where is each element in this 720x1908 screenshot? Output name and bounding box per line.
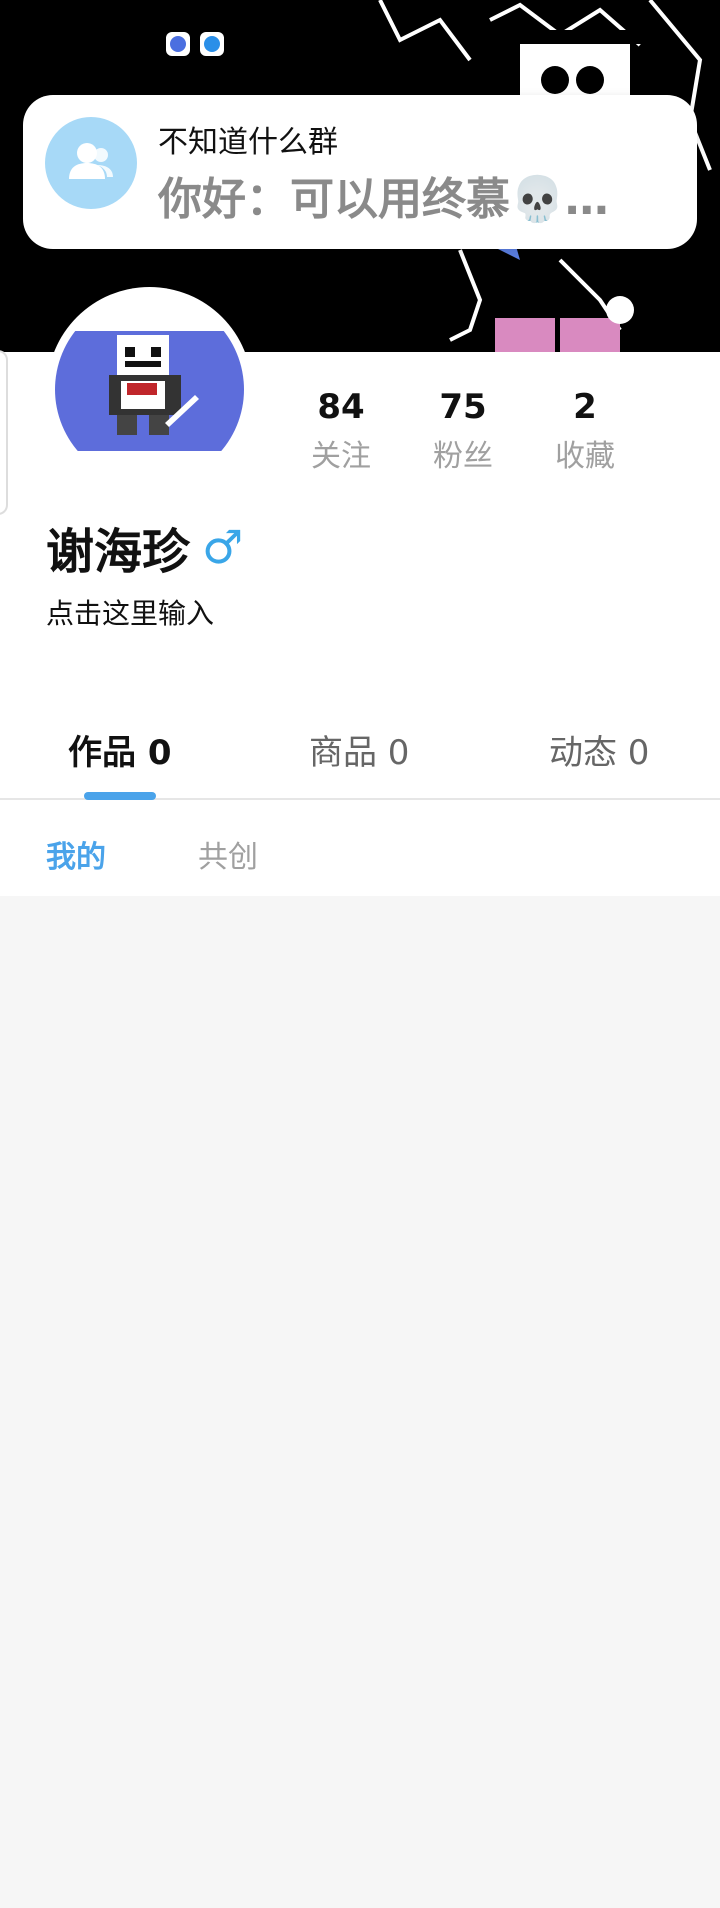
- active-tab-indicator: [84, 792, 156, 800]
- avatar[interactable]: [55, 295, 244, 484]
- tab-works[interactable]: 作品 0: [68, 725, 172, 774]
- profile-bio-input[interactable]: 点击这里输入: [46, 592, 214, 632]
- favorites-count: 2: [573, 387, 597, 427]
- avatar-pixel-character: [109, 335, 199, 435]
- app-notification-icon: [200, 32, 224, 56]
- followers-label: 粉丝: [433, 439, 493, 474]
- message-notification[interactable]: 不知道什么群 你好：可以用终慕💀…: [23, 95, 697, 249]
- favorites-label: 收藏: [555, 439, 615, 474]
- followers-count: 75: [439, 387, 487, 427]
- followers-stat[interactable]: 75 粉丝: [402, 385, 524, 475]
- group-avatar-icon: [45, 117, 137, 209]
- content-tabs: 作品 0 商品 0 动态 0: [0, 700, 720, 800]
- profile-name: 谢海珍: [46, 524, 191, 580]
- status-bar-notification-icons: [166, 32, 224, 56]
- side-drawer-handle[interactable]: [0, 350, 8, 515]
- male-gender-icon: ♂: [202, 520, 244, 574]
- notification-group-name: 不知道什么群: [158, 125, 338, 160]
- works-subtabs: 我的 共创: [0, 802, 720, 896]
- profile-name-row: 谢海珍 ♂: [46, 512, 243, 582]
- following-label: 关注: [311, 439, 371, 474]
- notification-message: 你好：可以用终慕💀…: [158, 174, 609, 225]
- following-count: 84: [317, 387, 365, 427]
- favorites-stat[interactable]: 2 收藏: [524, 385, 646, 475]
- following-stat[interactable]: 84 关注: [280, 385, 402, 475]
- app-notification-icon: [166, 32, 190, 56]
- subtab-co-creation[interactable]: 共创: [198, 832, 258, 876]
- profile-stats: 84 关注 75 粉丝 2 收藏: [280, 385, 685, 475]
- tab-moments[interactable]: 动态 0: [549, 725, 649, 774]
- tab-products[interactable]: 商品 0: [309, 725, 409, 774]
- subtab-mine[interactable]: 我的: [46, 832, 106, 876]
